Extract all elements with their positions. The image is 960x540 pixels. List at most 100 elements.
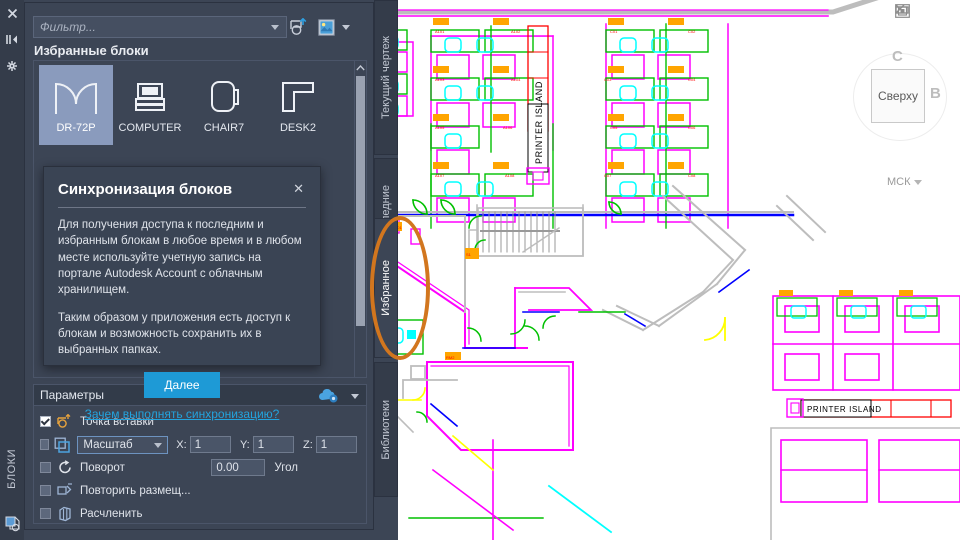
dialog-header: Синхронизация блоков ✕ — [44, 167, 320, 198]
scale-select-value: Масштаб — [83, 438, 133, 451]
scale-checkbox[interactable] — [40, 439, 50, 450]
properties-icon[interactable] — [5, 58, 20, 73]
palette-title-icons — [0, 6, 24, 73]
dialog-actions: Далее — [44, 371, 320, 398]
printer-island-label-2: PRINTER ISLAND — [807, 405, 882, 414]
param-row-rotation[interactable]: Поворот 0.00 Угол — [40, 457, 366, 478]
svg-text:A103: A103 — [435, 77, 445, 82]
computer-block-icon — [133, 77, 167, 117]
palette-tab-4[interactable]: Библиотеки — [374, 362, 398, 497]
param-row-explode[interactable]: Расчленить — [40, 503, 366, 524]
chevron-down-icon[interactable] — [342, 24, 350, 30]
palette-tab-1[interactable]: Текущий чертеж — [374, 0, 398, 155]
palette-tab-label: Текущий чертеж — [380, 35, 392, 120]
dialog-title: Синхронизация блоков — [58, 181, 233, 198]
scale-select[interactable]: Масштаб — [77, 435, 169, 454]
blocks-grid-scrollbar[interactable] — [354, 61, 366, 377]
rotation-checkbox[interactable] — [40, 462, 51, 473]
svg-text:A104: A104 — [511, 77, 521, 82]
scale-x-input[interactable]: 1 — [189, 436, 231, 453]
dialog-paragraph-1: Для получения доступа к последним и избр… — [58, 219, 302, 297]
filter-input[interactable]: Фильтр... — [33, 16, 287, 38]
param-label: Повторить размещ... — [80, 484, 191, 497]
scale-z-input[interactable]: 1 — [315, 436, 357, 453]
close-icon[interactable] — [5, 6, 20, 21]
palette-title: БЛОКИ — [0, 449, 24, 494]
rotation-unit-label: Угол — [274, 461, 298, 474]
window-controls[interactable] — [895, 4, 954, 18]
next-button[interactable]: Далее — [144, 371, 220, 398]
scale-x-label: X: — [176, 438, 187, 451]
drawing-canvas[interactable]: A101 A102 A103 A104 A105 A106 A107 A108 … — [373, 0, 960, 540]
block-item-dr-72p[interactable]: DR-72P — [39, 65, 113, 145]
repeat-placement-icon — [56, 483, 74, 499]
add-block-definition-icon[interactable] — [287, 15, 313, 39]
close-icon[interactable]: ✕ — [291, 181, 306, 196]
scale-z-label: Z: — [302, 438, 313, 451]
palette-tab-3[interactable]: Избранное — [374, 218, 398, 358]
cloud-settings-icon[interactable] — [318, 388, 340, 409]
block-item-desk2[interactable]: DESK2 — [261, 65, 335, 145]
sync-blocks-dialog: Синхронизация блоков ✕ Для получения дос… — [43, 166, 321, 421]
rotation-angle-input[interactable]: 0.00 — [211, 459, 266, 476]
svg-text:C06: C06 — [688, 125, 696, 130]
view-options-icon[interactable] — [313, 15, 339, 39]
auto-hide-icon[interactable] — [5, 32, 20, 47]
view-cube-east-label: В — [930, 85, 941, 102]
desk-block-icon — [280, 77, 316, 117]
param-label: Поворот — [80, 461, 125, 474]
scale-icon — [54, 437, 71, 453]
autocad-window: A101 A102 A103 A104 A105 A106 A107 A108 … — [0, 0, 960, 540]
palette-tab-label: Библиотеки — [380, 399, 392, 460]
dialog-divider — [58, 207, 306, 208]
restore-button[interactable] — [895, 4, 932, 18]
svg-text:A101: A101 — [435, 29, 445, 34]
view-cube-north-label: С — [892, 48, 903, 65]
svg-text:C05: C05 — [610, 125, 618, 130]
svg-text:S1: S1 — [466, 252, 472, 257]
block-label: CHAIR7 — [203, 122, 245, 134]
close-button[interactable] — [895, 4, 954, 18]
chevron-down-icon[interactable] — [271, 25, 279, 30]
chevron-down-icon[interactable] — [351, 394, 359, 399]
param-row-repeat[interactable]: Повторить размещ... — [40, 480, 366, 501]
svg-text:A107: A107 — [435, 173, 445, 178]
rotation-angle-group: 0.00 Угол — [211, 459, 366, 476]
svg-text:PRINTER ISLAND: PRINTER ISLAND — [534, 81, 544, 164]
ucs-label: МСК — [887, 176, 911, 188]
blocks-palette: БЛОКИ Фильтр... Избранные блоки DR-72P C… — [0, 0, 398, 540]
parameters-body: Точка вставки Масштаб X: 1 Y: 1 Z: 1 Пов… — [33, 406, 367, 524]
view-cube[interactable]: С В Сверху — [853, 45, 949, 141]
chair-block-icon — [208, 77, 240, 117]
svg-text:A108: A108 — [505, 173, 515, 178]
param-label: Расчленить — [80, 507, 143, 520]
why-sync-link[interactable]: Зачем выполнять синхронизацию? — [85, 407, 280, 421]
block-label: COMPUTER — [118, 122, 182, 134]
scale-y-label: Y: — [239, 438, 250, 451]
svg-text:A102: A102 — [511, 29, 521, 34]
blocks-icon — [4, 515, 21, 532]
block-label: DESK2 — [279, 122, 317, 134]
scroll-up-icon[interactable] — [355, 61, 366, 75]
block-item-computer[interactable]: COMPUTER — [113, 65, 187, 145]
svg-text:C02: C02 — [688, 29, 696, 34]
view-cube-face[interactable]: Сверху — [871, 69, 925, 123]
section-title: Избранные блоки — [34, 43, 149, 58]
palette-title-bar: БЛОКИ — [0, 0, 24, 540]
svg-text:C03: C03 — [604, 77, 612, 82]
filter-placeholder: Фильтр... — [40, 20, 96, 34]
filter-toolbar: Фильтр... — [33, 15, 367, 39]
explode-checkbox[interactable] — [40, 508, 51, 519]
block-item-chair7[interactable]: CHAIR7 — [187, 65, 261, 145]
param-row-scale[interactable]: Масштаб X: 1 Y: 1 Z: 1 — [40, 434, 366, 455]
repeat-checkbox[interactable] — [40, 485, 51, 496]
ucs-indicator[interactable]: МСК — [885, 176, 924, 188]
explode-icon — [56, 506, 74, 522]
svg-text:C01: C01 — [610, 29, 618, 34]
door-block-icon — [53, 77, 99, 117]
scrollbar-thumb[interactable] — [356, 76, 365, 326]
chevron-down-icon[interactable] — [913, 179, 922, 185]
chevron-down-icon[interactable] — [154, 442, 163, 448]
svg-text:RM2: RM2 — [446, 355, 455, 360]
scale-y-input[interactable]: 1 — [252, 436, 294, 453]
